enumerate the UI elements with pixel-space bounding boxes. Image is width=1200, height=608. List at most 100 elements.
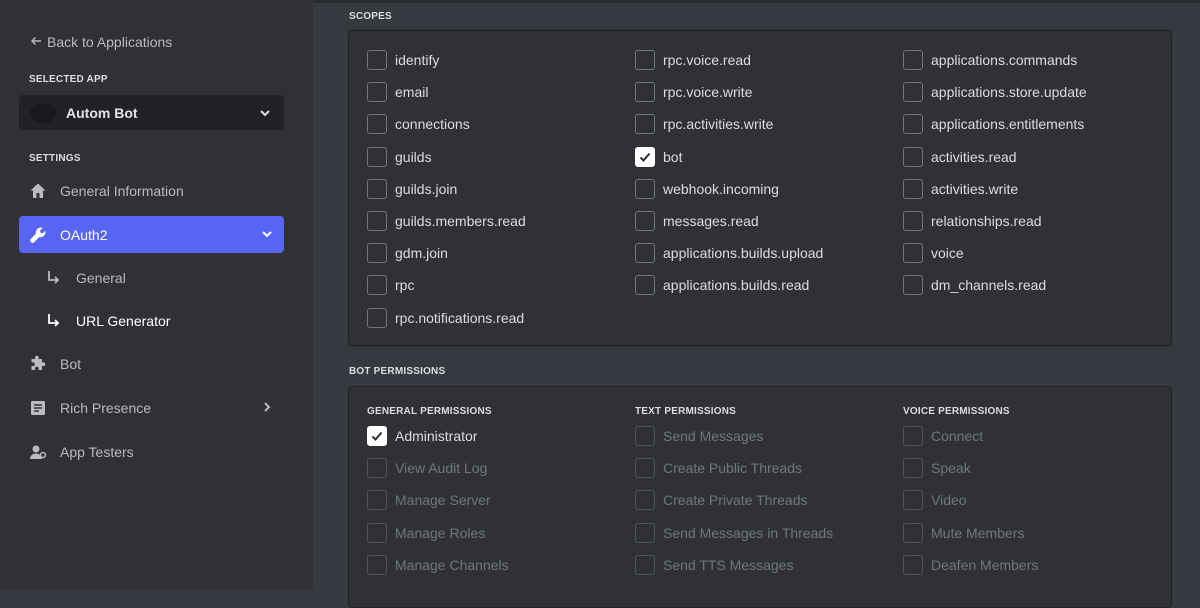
back-link-label: Back to Applications <box>47 34 173 50</box>
checkbox-row[interactable]: webhook.incoming <box>635 178 779 199</box>
checkbox-row[interactable]: guilds.members.read <box>367 211 526 231</box>
checkbox[interactable] <box>367 146 387 167</box>
checkbox <box>367 554 387 575</box>
checkbox[interactable] <box>903 275 923 296</box>
checkbox[interactable] <box>635 50 655 70</box>
checkbox-row[interactable]: Administrator <box>367 426 477 446</box>
checkbox-label: activities.read <box>931 148 1017 165</box>
checkmark-icon <box>639 152 651 162</box>
checkbox-row[interactable]: activities.write <box>903 178 1019 199</box>
checkbox <box>367 458 387 479</box>
permission-column-heading: GENERAL PERMISSIONS <box>367 406 492 417</box>
chevron-right-icon <box>260 400 274 417</box>
nav-general-information[interactable]: General Information <box>19 172 284 209</box>
checkbox-label: guilds.join <box>395 180 458 197</box>
checkbox-row: Video <box>903 490 967 511</box>
checkbox <box>903 426 923 446</box>
checkbox-row[interactable]: gdm.join <box>367 243 448 264</box>
checkbox-row[interactable]: dm_channels.read <box>903 275 1046 296</box>
checkbox-row: Manage Channels <box>367 554 509 575</box>
permission-column-heading: TEXT PERMISSIONS <box>635 406 736 417</box>
checkbox[interactable] <box>635 243 655 264</box>
checkbox[interactable] <box>903 146 923 167</box>
checkbox-row[interactable]: rpc.notifications.read <box>367 307 524 328</box>
checkbox[interactable] <box>367 211 387 231</box>
checkbox[interactable] <box>367 50 387 70</box>
checkbox-row[interactable]: connections <box>367 114 470 135</box>
checkbox-row[interactable]: rpc.voice.read <box>635 50 751 70</box>
app-selector[interactable]: Autom Bot <box>19 95 284 130</box>
nav-item-label: General Information <box>60 182 184 199</box>
checkbox[interactable] <box>635 211 655 231</box>
checkbox-row[interactable]: applications.commands <box>903 50 1077 70</box>
checkbox-row[interactable]: rpc.activities.write <box>635 114 774 135</box>
checkbox[interactable] <box>903 82 923 103</box>
checkbox[interactable] <box>635 82 655 103</box>
checkbox-label: rpc.activities.write <box>663 116 774 133</box>
nav-bot[interactable]: Bot <box>19 345 284 382</box>
nav-rich-presence[interactable]: Rich Presence <box>19 389 284 426</box>
checkbox-label: Connect <box>931 428 984 444</box>
back-to-applications-link[interactable]: Back to Applications <box>30 34 172 50</box>
checkbox-row[interactable]: applications.store.update <box>903 82 1087 103</box>
checkbox-row[interactable]: guilds.join <box>367 178 458 199</box>
checkbox-label: Send TTS Messages <box>663 556 794 573</box>
checkbox-row[interactable]: relationships.read <box>903 211 1042 231</box>
checkbox[interactable] <box>367 307 387 328</box>
checkbox-row[interactable]: voice <box>903 243 964 264</box>
checkbox-row[interactable]: rpc.voice.write <box>635 82 752 103</box>
checkbox[interactable] <box>367 275 387 296</box>
checkbox[interactable] <box>903 211 923 231</box>
subitem-label: General <box>76 270 126 286</box>
nav-oauth2[interactable]: OAuth2 <box>19 216 284 253</box>
checkbox-row: View Audit Log <box>367 458 487 479</box>
checkbox-row: Manage Roles <box>367 522 486 543</box>
checkbox[interactable] <box>635 114 655 135</box>
checkbox[interactable] <box>635 275 655 296</box>
checkbox-label: Send Messages in Threads <box>663 524 834 541</box>
checkbox-row[interactable]: guilds <box>367 146 432 167</box>
checkbox-label: gdm.join <box>395 245 448 262</box>
checkbox-checked[interactable] <box>635 146 655 167</box>
checkbox-row[interactable]: activities.read <box>903 146 1017 167</box>
checkbox <box>635 554 655 575</box>
checkbox-label: email <box>395 84 429 101</box>
checkbox-row[interactable]: identify <box>367 50 439 70</box>
checkbox-row: Deafen Members <box>903 554 1038 575</box>
checkbox-label: Mute Members <box>931 524 1025 541</box>
checkbox-row[interactable]: applications.builds.upload <box>635 243 823 264</box>
scopes-panel: identify email connections guilds guilds.joi… <box>348 30 1172 346</box>
chevron-down-icon <box>258 106 272 125</box>
checkbox-label: applications.store.update <box>931 84 1087 101</box>
nav-oauth2-url-generator[interactable]: URL Generator <box>46 306 170 336</box>
checkbox-row: Speak <box>903 458 971 479</box>
nav-app-testers[interactable]: App Testers <box>19 433 284 470</box>
home-icon <box>28 181 48 201</box>
checkbox[interactable] <box>903 178 923 199</box>
checkbox-label: activities.write <box>931 180 1019 197</box>
checkbox[interactable] <box>635 178 655 199</box>
checkbox[interactable] <box>903 50 923 70</box>
checkbox-row: Mute Members <box>903 522 1025 543</box>
checkbox[interactable] <box>367 114 387 135</box>
checkbox-checked[interactable] <box>367 426 387 446</box>
checkbox <box>635 426 655 446</box>
checkbox-label: Administrator <box>395 428 478 444</box>
nav-oauth2-general[interactable]: General <box>46 263 126 293</box>
selected-app-heading: SELECTED APP <box>29 74 108 85</box>
checkbox[interactable] <box>367 178 387 199</box>
checkbox-row[interactable]: bot <box>635 146 682 167</box>
checkbox <box>903 458 923 479</box>
checkbox <box>903 522 923 543</box>
checkbox[interactable] <box>367 82 387 103</box>
checkbox[interactable] <box>367 243 387 264</box>
checkbox[interactable] <box>903 114 923 135</box>
checkbox-row[interactable]: messages.read <box>635 211 759 231</box>
checkbox-row[interactable]: rpc <box>367 275 414 296</box>
checkbox-label: Video <box>931 492 967 509</box>
checkbox[interactable] <box>903 243 923 264</box>
checkbox-row[interactable]: email <box>367 82 429 103</box>
checkbox-label: Manage Roles <box>395 524 486 541</box>
checkbox-row[interactable]: applications.entitlements <box>903 114 1084 135</box>
checkbox-row[interactable]: applications.builds.read <box>635 275 809 296</box>
